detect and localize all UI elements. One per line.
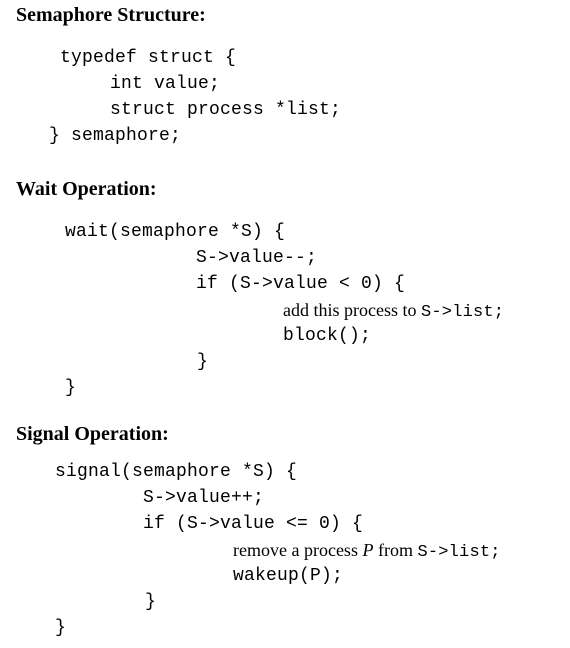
section-heading-wait-operation: Wait Operation: [16, 178, 157, 200]
code-line-wait-add-process: add this process to S->list; [283, 300, 504, 323]
code-line-close-semaphore: } semaphore; [49, 126, 182, 146]
code-line-wait-if: if (S->value < 0) { [196, 274, 406, 294]
signal-remove-code: S->list; [417, 543, 501, 562]
code-line-wait-block: block(); [283, 326, 372, 346]
code-line-signal-close-if: } [145, 592, 157, 612]
code-line-struct-process-list: struct process *list; [110, 100, 342, 120]
section-heading-signal-operation: Signal Operation: [16, 423, 169, 445]
code-line-int-value: int value; [110, 74, 221, 94]
code-line-signal-remove-process: remove a process P from S->list; [233, 540, 501, 563]
signal-remove-prose-b: from [373, 540, 418, 560]
code-line-wait-close-func: } [65, 378, 77, 398]
code-line-signal-if: if (S->value <= 0) { [143, 514, 364, 534]
code-line-typedef-struct: typedef struct { [60, 48, 237, 68]
document-page: Semaphore Structure: typedef struct { in… [0, 0, 570, 648]
code-line-signal-signature: signal(semaphore *S) { [55, 462, 298, 482]
code-line-signal-close-func: } [55, 618, 67, 638]
wait-add-process-code: S->list; [420, 303, 505, 322]
signal-remove-italic-var: P [362, 540, 374, 560]
code-line-wait-decrement: S->value--; [196, 248, 318, 268]
signal-remove-prose-a: remove a process [233, 540, 363, 560]
code-line-wait-close-if: } [197, 352, 209, 372]
code-line-wait-signature: wait(semaphore *S) { [65, 222, 286, 242]
code-line-signal-increment: S->value++; [143, 488, 265, 508]
code-line-signal-wakeup: wakeup(P); [233, 566, 344, 586]
wait-add-process-prose: add this process to [283, 300, 421, 320]
section-heading-semaphore-structure: Semaphore Structure: [16, 4, 206, 26]
